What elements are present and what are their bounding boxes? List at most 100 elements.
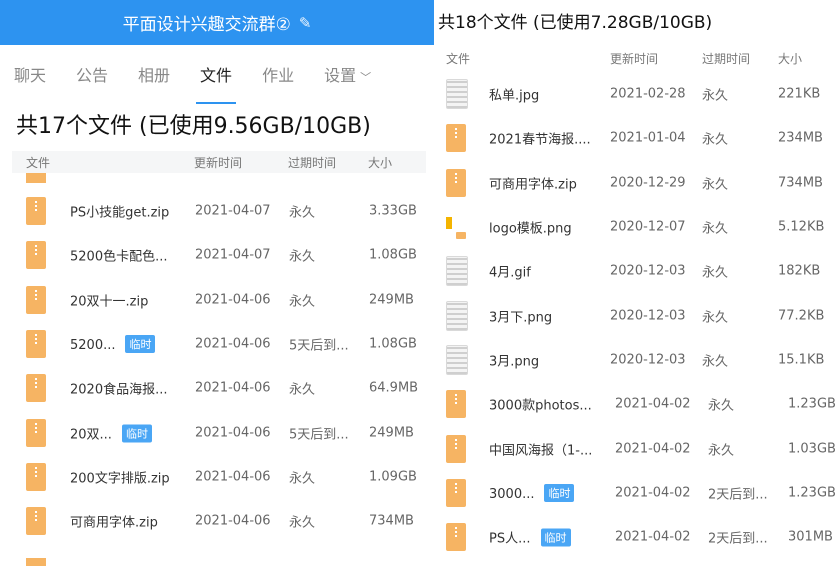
file-name: 3000... 临时: [489, 483, 575, 502]
file-list: PS小技能get.zip 2021-04-07 永久 3.33GB 5200色卡配色..…: [0, 189, 434, 543]
list-item[interactable]: 3月下.png 2020-12-03 永久 77.2KB: [434, 293, 840, 337]
list-item-partial: [0, 556, 434, 566]
temporary-badge: 临时: [125, 335, 156, 354]
list-item[interactable]: 4月.gif 2020-12-03 永久 182KB: [434, 249, 840, 293]
file-name: 4月.gif: [489, 265, 531, 281]
list-item[interactable]: 200文字排版.zip 2021-04-06 永久 1.09GB: [0, 455, 434, 499]
zip-file-icon: [26, 197, 46, 226]
file-name: 可商用字体.zip: [70, 515, 158, 531]
image-file-icon: [446, 344, 468, 375]
list-item[interactable]: 20双十一.zip 2021-04-06 永久 249MB: [0, 278, 434, 322]
file-expire: 永久: [289, 515, 316, 531]
zip-file-icon: [26, 285, 46, 314]
group-title-bar: 平面设计兴趣交流群② ✎: [0, 0, 434, 45]
col-file[interactable]: 文件: [26, 154, 50, 171]
file-size: 1.23GB: [788, 485, 836, 501]
col-size[interactable]: 大小: [778, 50, 802, 67]
file-expire: 永久: [289, 205, 316, 221]
file-expire: 5天后到...: [289, 338, 349, 354]
zip-file-icon: [446, 390, 466, 419]
group-title: 平面设计兴趣交流群②: [122, 15, 291, 35]
list-item[interactable]: 2021春节海报.... 2021-01-04 永久 234MB: [434, 116, 840, 160]
list-item[interactable]: 3月.png 2020-12-03 永久 15.1KB: [434, 338, 840, 382]
file-name: 20双... 临时: [70, 423, 152, 443]
col-date[interactable]: 更新时间: [610, 50, 658, 67]
zip-file-icon: [446, 434, 466, 463]
list-item[interactable]: 20双... 临时 2021-04-06 5天后到... 249MB: [0, 410, 434, 454]
list-item[interactable]: 可商用字体.zip 2021-04-06 永久 734MB: [0, 499, 434, 543]
list-item[interactable]: 私单.jpg 2021-02-28 永久 221KB: [434, 72, 840, 116]
file-expire: 永久: [702, 221, 729, 237]
list-item[interactable]: 3000款photos... 2021-04-02 永久 1.23GB: [434, 382, 840, 426]
file-expire: 永久: [289, 249, 316, 265]
tab-chat[interactable]: 聊天: [14, 56, 46, 92]
list-item[interactable]: PS人... 临时 2021-04-02 2天后到... 301MB: [434, 515, 840, 559]
file-expire: 永久: [702, 354, 729, 370]
file-date: 2020-12-03: [610, 308, 686, 324]
file-name: PS人... 临时: [489, 528, 571, 547]
col-size[interactable]: 大小: [368, 154, 392, 171]
file-size: 3.33GB: [369, 203, 417, 219]
edit-icon[interactable]: ✎: [299, 14, 312, 32]
file-expire: 5天后到...: [289, 427, 349, 443]
file-expire: 永久: [289, 471, 316, 487]
file-date: 2020-12-29: [610, 175, 686, 191]
file-expire: 永久: [289, 294, 316, 310]
file-name: 2020食品海报...: [70, 382, 168, 398]
zip-file-icon: [26, 462, 46, 491]
tab-homework[interactable]: 作业: [262, 56, 294, 92]
group-files-panel-left: 平面设计兴趣交流群② ✎ 聊天 公告 相册 文件 作业 设置 ﹀ 共17个文件 (…: [0, 0, 434, 566]
file-size: 77.2KB: [778, 308, 825, 324]
col-expire[interactable]: 过期时间: [702, 50, 750, 67]
list-item[interactable]: 中国风海报（1-... 2021-04-02 永久 1.03GB: [434, 426, 840, 470]
temporary-badge: 临时: [544, 483, 575, 502]
file-expire: 永久: [289, 382, 316, 398]
list-item[interactable]: 可商用字体.zip 2020-12-29 永久 734MB: [434, 161, 840, 205]
tab-announcement[interactable]: 公告: [76, 56, 108, 92]
zip-file-icon: [446, 523, 466, 552]
file-size: 1.08GB: [369, 247, 417, 263]
file-size: 15.1KB: [778, 352, 825, 368]
file-date: 2020-12-03: [610, 352, 686, 368]
list-item[interactable]: 2020食品海报... 2021-04-06 永久 64.9MB: [0, 366, 434, 410]
tab-settings[interactable]: 设置 ﹀: [324, 56, 371, 92]
file-list-header: 文件 更新时间 过期时间 大小: [12, 151, 426, 173]
temporary-badge: 临时: [121, 424, 152, 443]
col-expire[interactable]: 过期时间: [288, 154, 336, 171]
list-item[interactable]: 5200... 临时 2021-04-06 5天后到... 1.08GB: [0, 322, 434, 366]
zip-file-icon: [446, 124, 466, 153]
file-date: 2021-01-04: [610, 130, 686, 146]
file-size: 1.23GB: [788, 396, 836, 412]
file-expire: 永久: [702, 88, 729, 104]
chevron-down-icon: ﹀: [360, 71, 372, 84]
tab-album[interactable]: 相册: [138, 56, 170, 92]
file-name: 可商用字体.zip: [489, 177, 577, 193]
file-name: 3000款photos...: [489, 398, 592, 414]
zip-file-icon: [446, 478, 466, 507]
file-date: 2021-04-06: [195, 336, 271, 352]
file-list: 私单.jpg 2021-02-28 永久 221KB 2021春节海报.... 2021-…: [434, 72, 840, 559]
tab-files[interactable]: 文件: [196, 56, 237, 104]
list-item[interactable]: logo模板.png 2020-12-07 永久 5.12KB: [434, 205, 840, 249]
group-tabs: 聊天 公告 相册 文件 作业 设置 ﹀: [0, 45, 434, 104]
list-item[interactable]: 5200色卡配色... 2021-04-07 永久 1.08GB: [0, 233, 434, 277]
list-item-partial: [0, 173, 434, 189]
col-file[interactable]: 文件: [446, 50, 470, 67]
file-name: 5200... 临时: [70, 335, 156, 354]
file-name: 3月.png: [489, 354, 540, 370]
list-item[interactable]: 3000... 临时 2021-04-02 2天后到... 1.23GB: [434, 471, 840, 515]
col-date[interactable]: 更新时间: [194, 154, 242, 171]
file-date: 2021-04-02: [615, 529, 691, 545]
list-item[interactable]: PS小技能get.zip 2021-04-07 永久 3.33GB: [0, 189, 434, 233]
zip-file-icon: [26, 507, 46, 536]
file-size: 234MB: [778, 130, 823, 146]
image-file-icon: [446, 300, 468, 331]
file-date: 2021-04-06: [195, 425, 271, 441]
file-date: 2021-04-07: [195, 247, 271, 263]
file-expire: 永久: [702, 132, 729, 148]
file-name: 私单.jpg: [489, 88, 540, 104]
file-name: 中国风海报（1-...: [489, 443, 593, 459]
file-name: 200文字排版.zip: [70, 471, 170, 487]
file-expire: 2天后到...: [708, 531, 768, 547]
zip-file-icon: [446, 168, 466, 197]
